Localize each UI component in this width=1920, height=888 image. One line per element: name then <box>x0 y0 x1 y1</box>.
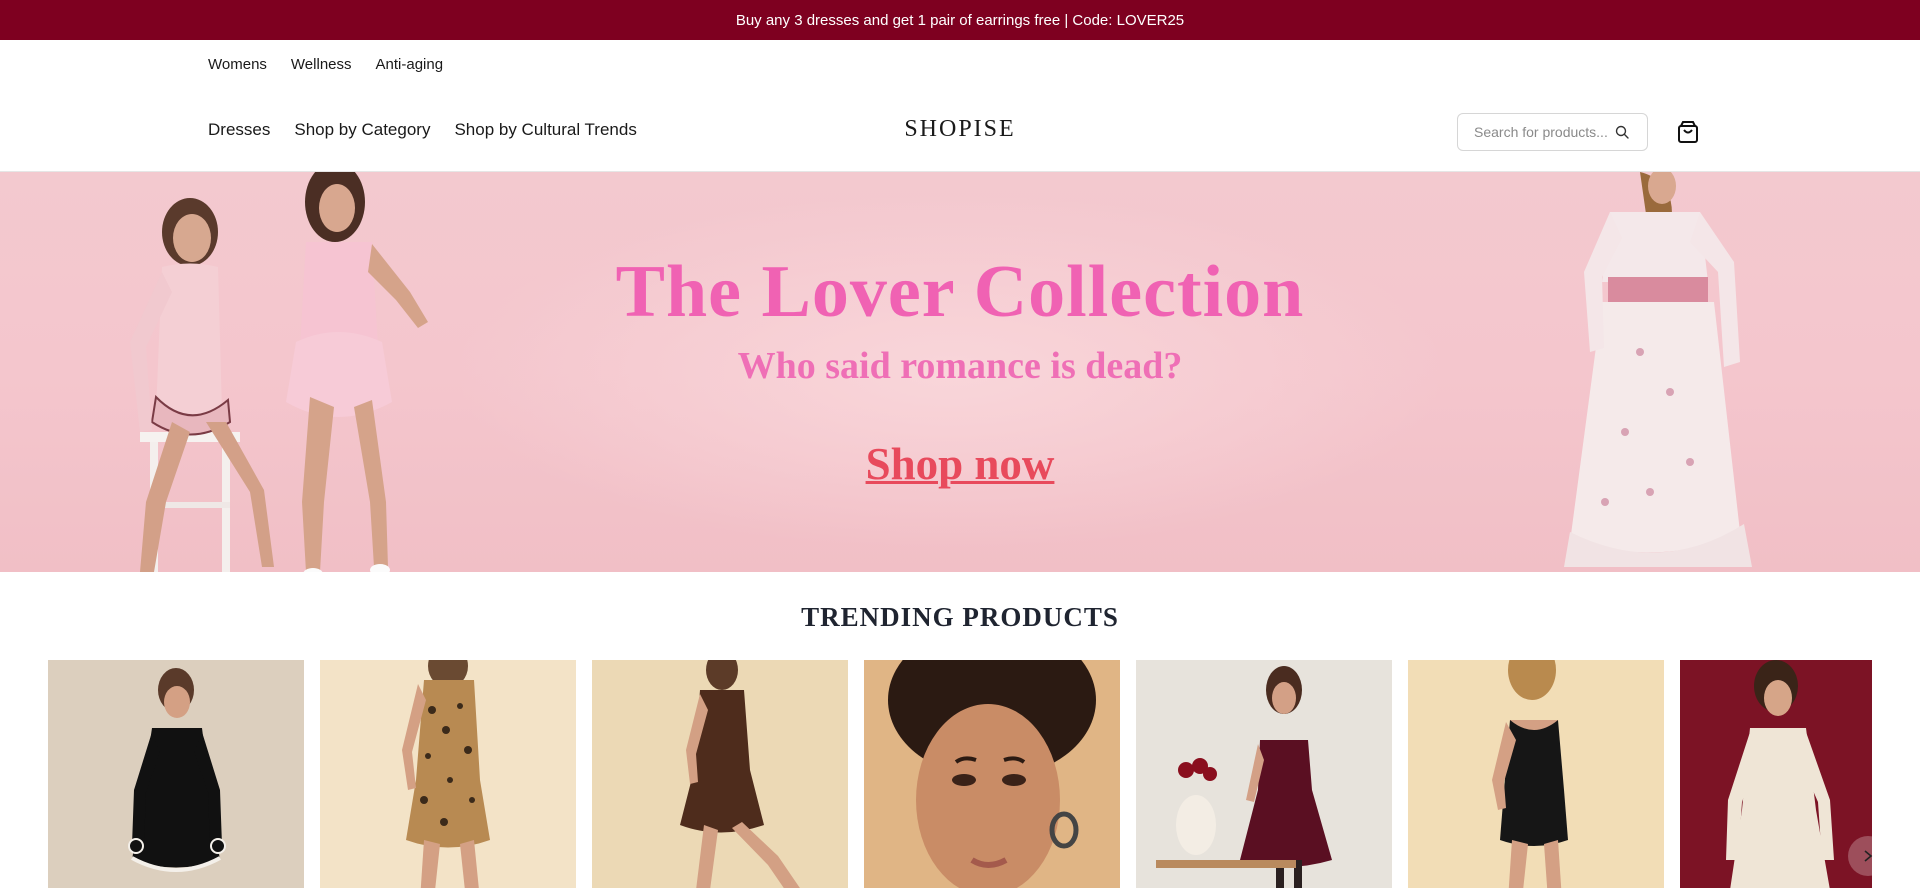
hero-banner[interactable]: The Lover Collection Who said romance is… <box>0 172 1920 572</box>
carousel-next-button[interactable] <box>1848 836 1888 876</box>
main-nav-dresses[interactable]: Dresses <box>208 120 270 140</box>
hero-title: The Lover Collection <box>615 251 1305 333</box>
search-input[interactable] <box>1474 124 1614 140</box>
announcement-text: Buy any 3 dresses and get 1 pair of earr… <box>735 11 1185 29</box>
product-card[interactable] <box>48 660 304 888</box>
main-nav: Dresses Shop by Category Shop by Cultura… <box>208 120 637 140</box>
product-card[interactable] <box>320 660 576 888</box>
product-card[interactable] <box>1136 660 1392 888</box>
hero-cta-container: Shop now <box>0 438 1920 490</box>
product-card[interactable] <box>592 660 848 888</box>
announcement-bar: Buy any 3 dresses and get 1 pair of earr… <box>0 0 1920 40</box>
chevron-right-icon <box>1864 850 1873 862</box>
shop-now-link[interactable]: Shop now <box>866 439 1055 489</box>
product-card[interactable] <box>864 660 1120 888</box>
product-card[interactable] <box>1408 660 1664 888</box>
black-long-sleeve-ruffle-mini-dress-image <box>48 660 304 888</box>
product-card[interactable] <box>1680 660 1872 888</box>
leopard-print-mini-dress-image <box>320 660 576 888</box>
top-nav-wellness[interactable]: Wellness <box>291 56 352 73</box>
burgundy-velvet-strapless-dress-image <box>1136 660 1392 888</box>
main-nav-shop-by-cultural-trends[interactable]: Shop by Cultural Trends <box>454 120 636 140</box>
brown-sleeveless-mini-dress-image <box>592 660 848 888</box>
top-nav-anti-aging[interactable]: Anti-aging <box>376 56 444 73</box>
trending-products-heading: TRENDING PRODUCTS <box>801 602 1119 632</box>
top-nav: Womens Wellness Anti-aging <box>208 56 443 73</box>
search-icon[interactable] <box>1614 124 1630 140</box>
trending-products-carousel <box>48 660 1872 888</box>
top-nav-womens[interactable]: Womens <box>208 56 267 73</box>
woman-portrait-hoop-earrings-image <box>864 660 1120 888</box>
site-logo[interactable]: SHOPISE <box>904 116 1015 142</box>
cream-long-sleeve-mini-dress-image <box>1680 660 1872 888</box>
search-box[interactable] <box>1457 113 1648 151</box>
shopping-bag-icon[interactable] <box>1675 119 1701 145</box>
black-bodycon-mini-dress-image <box>1408 660 1664 888</box>
hero-subtitle: Who said romance is dead? <box>737 345 1183 387</box>
main-nav-shop-by-category[interactable]: Shop by Category <box>294 120 430 140</box>
